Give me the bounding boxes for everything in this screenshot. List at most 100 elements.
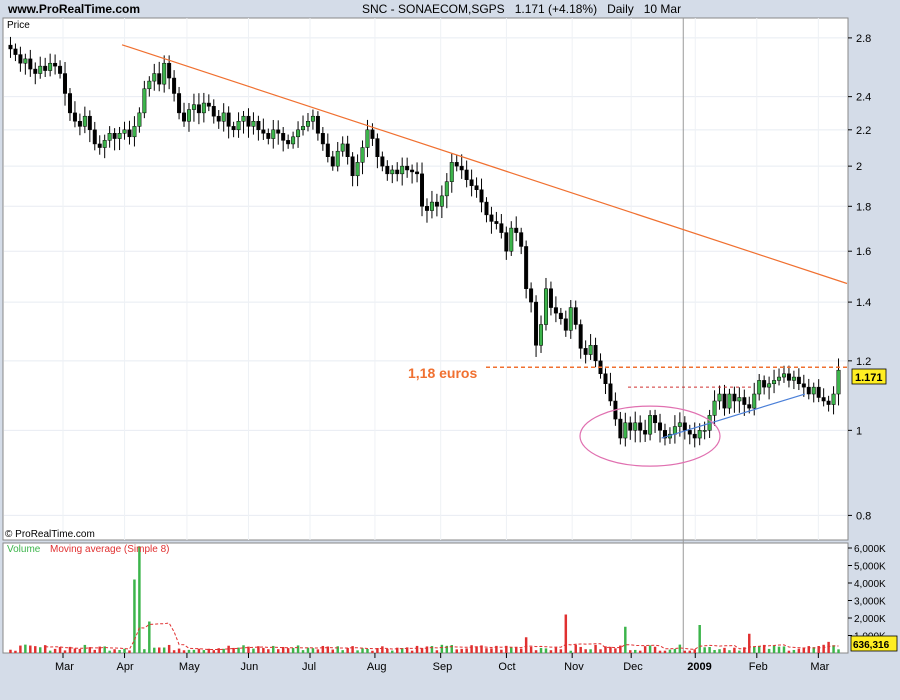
time-tick-label: Aug <box>367 661 387 673</box>
candle-body <box>117 133 122 139</box>
candle-body <box>474 185 479 190</box>
volume-tick-label: 2,000K <box>854 614 886 625</box>
candle-body <box>162 62 167 85</box>
candle-body <box>697 430 702 439</box>
time-tick-label: Jul <box>302 661 316 673</box>
candle-body <box>405 165 410 171</box>
volume-label: Volume <box>7 544 41 555</box>
candle-body <box>325 143 330 157</box>
candle-body <box>415 171 420 175</box>
candle-body <box>152 73 157 82</box>
candle-body <box>796 376 801 385</box>
candle-body <box>578 324 583 349</box>
candle-body <box>464 169 469 180</box>
candle-body <box>439 195 444 207</box>
candle-body <box>524 246 529 289</box>
candle-body <box>77 120 82 127</box>
candle-body <box>563 318 568 331</box>
price-tick-label: 1.4 <box>856 297 871 309</box>
candle-body <box>821 397 826 402</box>
time-tick-label: Sep <box>433 661 453 673</box>
time-tick-label: Feb <box>749 661 768 673</box>
price-tick-label: 1 <box>856 425 862 437</box>
candle-body <box>638 422 643 431</box>
candle-body <box>539 324 544 346</box>
candle-body <box>410 169 415 173</box>
candle-body <box>543 288 548 325</box>
candle-body <box>603 373 608 385</box>
candle-body <box>588 345 593 355</box>
candle-body <box>459 165 464 171</box>
candle-body <box>762 380 767 388</box>
candle-body <box>23 58 28 64</box>
candle-body <box>48 62 53 71</box>
candle-body <box>266 133 271 139</box>
candle-body <box>127 129 132 138</box>
candle-body <box>345 143 350 157</box>
candle-body <box>211 106 216 117</box>
time-tick-label: Mar <box>810 661 829 673</box>
price-tick-label: 1.8 <box>856 201 871 213</box>
price-tick-label: 2 <box>856 161 862 173</box>
candle-body <box>72 112 77 122</box>
candle-body <box>241 115 246 122</box>
candle-body <box>112 133 117 139</box>
candle-body <box>375 138 380 157</box>
candle-body <box>286 140 291 145</box>
candle-body <box>712 400 717 416</box>
time-tick-label: Oct <box>498 661 515 673</box>
candle-body <box>385 165 390 175</box>
candle-body <box>420 173 425 207</box>
candle-body <box>484 201 489 216</box>
time-tick-label: Nov <box>564 661 584 673</box>
candle-body <box>677 422 682 427</box>
candle-body <box>519 232 524 247</box>
candle-body <box>182 112 187 122</box>
volume-panel <box>2 542 849 654</box>
candle-body <box>196 104 201 114</box>
candle-body <box>777 376 782 381</box>
candle-body <box>335 150 340 167</box>
candle-body <box>509 227 514 252</box>
candle-body <box>8 44 13 50</box>
candle-body <box>583 348 588 355</box>
candle-body <box>28 58 33 70</box>
last-volume-tag: 636,316 <box>850 635 898 652</box>
candle-body <box>727 393 732 409</box>
candle-body <box>122 129 127 134</box>
candle-body <box>315 115 320 134</box>
candle-body <box>424 206 429 211</box>
candle-body <box>687 430 692 435</box>
candle-body <box>231 126 236 131</box>
candle-body <box>747 404 752 409</box>
candle-body <box>186 109 191 122</box>
candle-body <box>454 162 459 167</box>
candle-body <box>400 165 405 175</box>
candle-body <box>157 73 162 85</box>
candle-body <box>201 102 206 114</box>
candle-body <box>816 386 821 398</box>
volume-tick-label: 4,000K <box>854 579 886 590</box>
candle-body <box>102 140 107 148</box>
last-volume-tag-text: 636,316 <box>853 640 890 651</box>
candle-body <box>350 156 355 177</box>
candle-body <box>534 301 539 346</box>
candle-body <box>97 143 102 148</box>
candle-body <box>172 77 177 94</box>
candle-body <box>628 422 633 431</box>
candle-body <box>53 62 58 67</box>
price-tick-label: 1.2 <box>856 356 871 368</box>
candle-body <box>489 214 494 222</box>
candle-body <box>836 369 841 395</box>
volume-tick-label: 5,000K <box>854 562 886 573</box>
candle-body <box>226 112 231 127</box>
price-panel-label: Price <box>7 20 30 31</box>
candle-body <box>355 162 360 177</box>
candle-body <box>786 373 791 381</box>
candle-body <box>658 422 663 431</box>
candle-body <box>558 312 563 320</box>
candle-body <box>147 80 152 90</box>
candle-body <box>717 393 722 402</box>
candle-body <box>653 415 658 424</box>
candle-body <box>380 156 385 167</box>
